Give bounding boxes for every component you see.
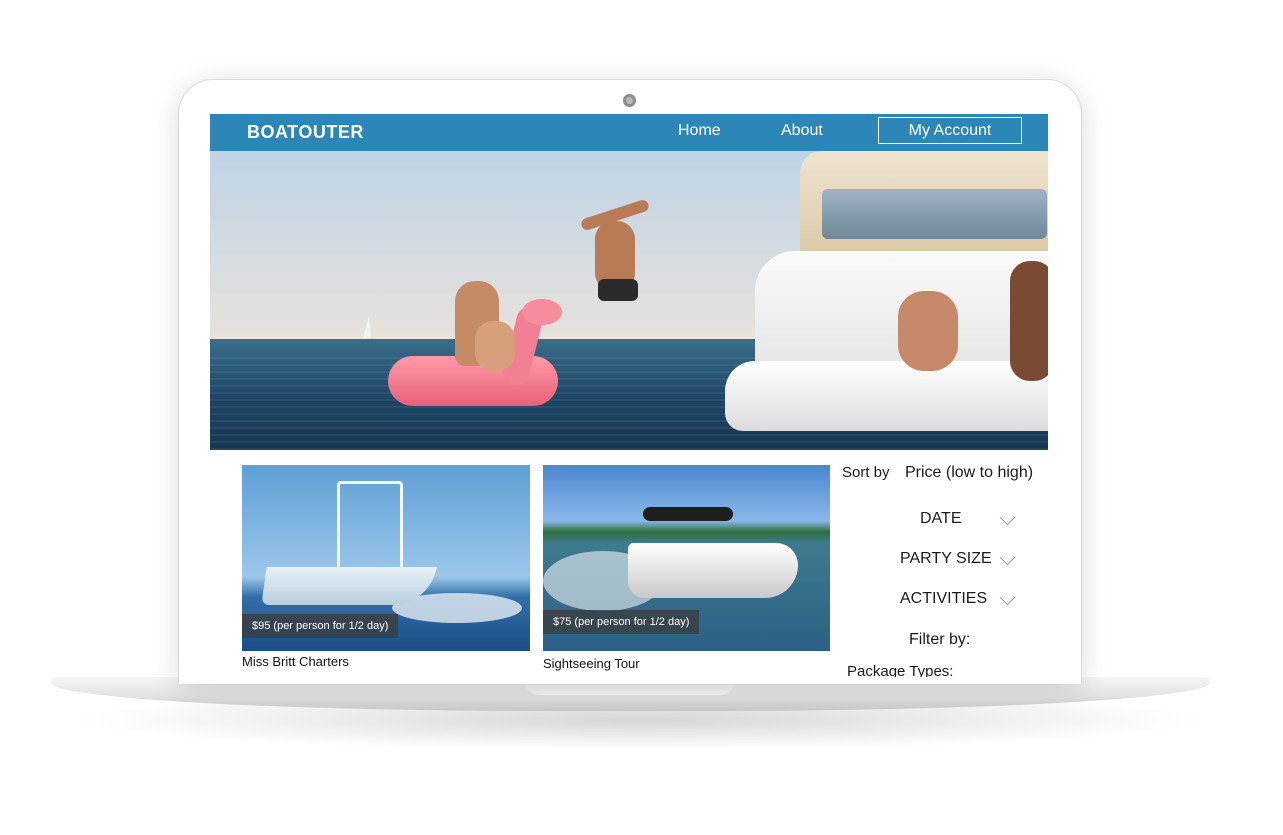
yacht-windshield bbox=[822, 189, 1047, 239]
nav-home-link[interactable]: Home bbox=[678, 122, 721, 140]
chevron-down-icon[interactable] bbox=[999, 549, 1016, 566]
activities-filter[interactable]: ACTIVITIES bbox=[900, 590, 987, 608]
party-size-filter[interactable]: PARTY SIZE bbox=[900, 550, 992, 568]
speedboat-bimini bbox=[643, 507, 733, 521]
waving-person bbox=[1010, 261, 1048, 381]
listing-card[interactable]: $95 (per person for 1/2 day) Miss Britt … bbox=[242, 465, 530, 669]
yacht-hull bbox=[725, 361, 1048, 431]
listing-image[interactable]: $75 (per person for 1/2 day) bbox=[543, 465, 830, 651]
speedboat bbox=[628, 543, 798, 598]
flamingo-head bbox=[522, 299, 562, 325]
listing-card[interactable]: $75 (per person for 1/2 day) Sightseeing… bbox=[543, 465, 830, 671]
sunbathing-person bbox=[898, 291, 958, 371]
my-account-button[interactable]: My Account bbox=[878, 117, 1022, 144]
sort-label: Sort by bbox=[842, 464, 890, 481]
website-screen: BOATOUTER Home About My Account $95 (per… bbox=[210, 114, 1048, 677]
brand-logo[interactable]: BOATOUTER bbox=[247, 122, 364, 143]
sailboat bbox=[363, 316, 371, 338]
listing-title[interactable]: Miss Britt Charters bbox=[242, 654, 530, 669]
hero-image bbox=[210, 151, 1048, 450]
date-filter[interactable]: DATE bbox=[920, 510, 961, 528]
navbar: BOATOUTER Home About My Account bbox=[210, 114, 1048, 151]
person-on-float bbox=[475, 321, 515, 371]
chevron-down-icon[interactable] bbox=[999, 589, 1016, 606]
camera-icon bbox=[623, 94, 636, 107]
boat-tower bbox=[337, 481, 403, 574]
package-types-label: Package Types: bbox=[847, 663, 954, 677]
sort-select[interactable]: Price (low to high) bbox=[905, 464, 1033, 482]
listing-image[interactable]: $95 (per person for 1/2 day) bbox=[242, 465, 530, 651]
filter-by-label: Filter by: bbox=[909, 631, 971, 648]
price-badge: $75 (per person for 1/2 day) bbox=[543, 610, 700, 634]
fishing-boat bbox=[261, 567, 437, 605]
jumping-person-shorts bbox=[598, 279, 638, 301]
chevron-down-icon[interactable] bbox=[999, 509, 1016, 526]
price-badge: $95 (per person for 1/2 day) bbox=[242, 614, 399, 638]
nav-about-link[interactable]: About bbox=[781, 122, 823, 140]
listing-title[interactable]: Sightseeing Tour bbox=[543, 656, 830, 671]
